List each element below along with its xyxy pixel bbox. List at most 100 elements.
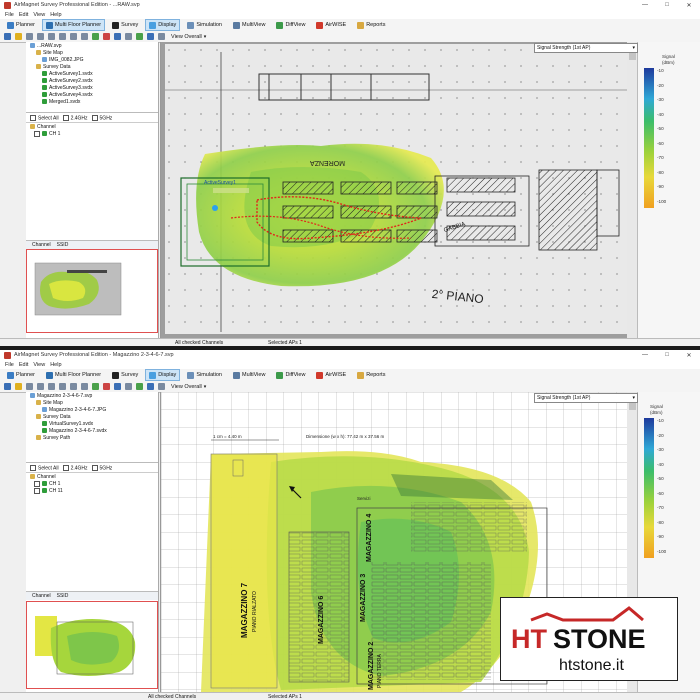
- new-icon[interactable]: [4, 383, 11, 390]
- save-icon[interactable]: [26, 33, 33, 40]
- ap-tool-icon[interactable]: [103, 383, 110, 390]
- channel-item[interactable]: CH 11: [26, 487, 158, 494]
- save-icon[interactable]: [26, 383, 33, 390]
- filter-icon[interactable]: [147, 33, 154, 40]
- select-icon[interactable]: [125, 33, 132, 40]
- menu-file[interactable]: File: [5, 362, 14, 368]
- survey-button[interactable]: Survey: [108, 19, 142, 31]
- band-24-checkbox[interactable]: 2.4GHz: [62, 464, 88, 471]
- minimize-icon[interactable]: —: [634, 352, 656, 358]
- menu-edit[interactable]: Edit: [19, 12, 28, 18]
- channel-item[interactable]: CH 1: [26, 480, 158, 487]
- top-map-canvas[interactable]: ActiveSurvey1 MORENZA GABBIA 2° PIANO: [160, 42, 638, 338]
- measure-icon[interactable]: [114, 383, 121, 390]
- print-icon[interactable]: [37, 33, 44, 40]
- ap-tool-icon[interactable]: [103, 33, 110, 40]
- menu-edit[interactable]: Edit: [19, 362, 28, 368]
- display-button[interactable]: Display: [145, 369, 181, 381]
- tree-item[interactable]: ActiveSurvey1.svdx: [26, 70, 158, 77]
- measure-icon[interactable]: [114, 33, 121, 40]
- band-5-checkbox[interactable]: 5GHz: [91, 114, 112, 121]
- zoom-in-icon[interactable]: [70, 33, 77, 40]
- grid-icon[interactable]: [158, 33, 165, 40]
- menu-help[interactable]: Help: [50, 12, 61, 18]
- top-minimap[interactable]: [26, 249, 158, 333]
- select-icon[interactable]: [125, 383, 132, 390]
- menu-file[interactable]: File: [5, 12, 14, 18]
- grid-icon[interactable]: [158, 383, 165, 390]
- open-folder-icon[interactable]: [15, 383, 22, 390]
- globe-icon[interactable]: [136, 33, 143, 40]
- diffview-button[interactable]: DiffView: [272, 369, 309, 381]
- planner-button[interactable]: Planner: [3, 19, 39, 31]
- signal-type-select[interactable]: Signal Strength (1st AP) ▾: [534, 393, 638, 403]
- signal-type-select[interactable]: Signal Strength (1st AP) ▾: [534, 43, 638, 53]
- band-5-checkbox[interactable]: 5GHz: [91, 464, 112, 471]
- tree-item[interactable]: Site Map: [26, 399, 158, 406]
- simulation-button[interactable]: Simulation: [183, 19, 226, 31]
- channel-item[interactable]: CH 1: [26, 130, 158, 137]
- chevron-down-icon[interactable]: ▾: [204, 384, 207, 390]
- multiview-button[interactable]: MultiView: [229, 19, 269, 31]
- zoom-in-icon[interactable]: [70, 383, 77, 390]
- select-all-checkbox[interactable]: Select All: [30, 464, 59, 471]
- cut-icon[interactable]: [48, 383, 55, 390]
- wall-tool-icon[interactable]: [92, 33, 99, 40]
- tree-item[interactable]: Magazzino 2-3-4-6-7.JPG: [26, 406, 158, 413]
- tree-item[interactable]: IMG_0082.JPG: [26, 56, 158, 63]
- zoom-out-icon[interactable]: [81, 33, 88, 40]
- tree-item[interactable]: Survey Path: [26, 434, 158, 441]
- maximize-icon[interactable]: □: [656, 352, 678, 358]
- copy-icon[interactable]: [59, 383, 66, 390]
- tree-item[interactable]: Survey Data: [26, 413, 158, 420]
- simulation-button[interactable]: Simulation: [183, 369, 226, 381]
- tab-channel[interactable]: Channel: [32, 593, 51, 599]
- maximize-icon[interactable]: □: [656, 2, 678, 8]
- tree-item[interactable]: Site Map: [26, 49, 158, 56]
- copy-icon[interactable]: [59, 33, 66, 40]
- view-mode-select[interactable]: View Overall: [171, 34, 202, 40]
- chevron-down-icon[interactable]: ▾: [204, 34, 207, 40]
- menu-view[interactable]: View: [33, 362, 45, 368]
- zoom-out-icon[interactable]: [81, 383, 88, 390]
- airwise-button[interactable]: AirWISE: [312, 19, 350, 31]
- diffview-button[interactable]: DiffView: [272, 19, 309, 31]
- tree-item[interactable]: Magazzino 2-3-4-6-7.svp: [26, 392, 158, 399]
- reports-button[interactable]: Reports: [353, 369, 389, 381]
- multi-floor-planner-button[interactable]: Multi Floor Planner: [42, 369, 105, 381]
- tree-item[interactable]: Survey Data: [26, 63, 158, 70]
- tab-ssid[interactable]: SSID: [57, 593, 69, 599]
- cut-icon[interactable]: [48, 33, 55, 40]
- open-folder-icon[interactable]: [15, 33, 22, 40]
- minimize-icon[interactable]: —: [634, 2, 656, 8]
- band-24-checkbox[interactable]: 2.4GHz: [62, 114, 88, 121]
- tree-item[interactable]: ActiveSurvey2.svdx: [26, 77, 158, 84]
- planner-button[interactable]: Planner: [3, 369, 39, 381]
- display-button[interactable]: Display: [145, 19, 181, 31]
- tree-item[interactable]: VirtualSurvey1.svdx: [26, 420, 158, 427]
- close-icon[interactable]: ✕: [678, 2, 700, 9]
- multiview-button[interactable]: MultiView: [229, 369, 269, 381]
- tree-item[interactable]: ActiveSurvey4.svdx: [26, 91, 158, 98]
- reports-button[interactable]: Reports: [353, 19, 389, 31]
- menu-help[interactable]: Help: [50, 362, 61, 368]
- view-mode-select[interactable]: View Overall: [171, 384, 202, 390]
- tree-item[interactable]: ...RAW.svp: [26, 42, 158, 49]
- survey-button[interactable]: Survey: [108, 369, 142, 381]
- menu-view[interactable]: View: [33, 12, 45, 18]
- globe-icon[interactable]: [136, 383, 143, 390]
- filter-icon[interactable]: [147, 383, 154, 390]
- tree-item[interactable]: Magazzino 2-3-4-6-7.svdx: [26, 427, 158, 434]
- tree-item[interactable]: Merged1.svdx: [26, 98, 158, 105]
- airwise-button[interactable]: AirWISE: [312, 369, 350, 381]
- select-all-checkbox[interactable]: Select All: [30, 114, 59, 121]
- bottom-minimap[interactable]: [26, 601, 158, 689]
- tab-channel[interactable]: Channel: [32, 242, 51, 248]
- tree-item[interactable]: ActiveSurvey3.svdx: [26, 84, 158, 91]
- close-icon[interactable]: ✕: [678, 352, 700, 359]
- print-icon[interactable]: [37, 383, 44, 390]
- wall-tool-icon[interactable]: [92, 383, 99, 390]
- tab-ssid[interactable]: SSID: [57, 242, 69, 248]
- multi-floor-planner-button[interactable]: Multi Floor Planner: [41, 19, 106, 31]
- new-icon[interactable]: [4, 33, 11, 40]
